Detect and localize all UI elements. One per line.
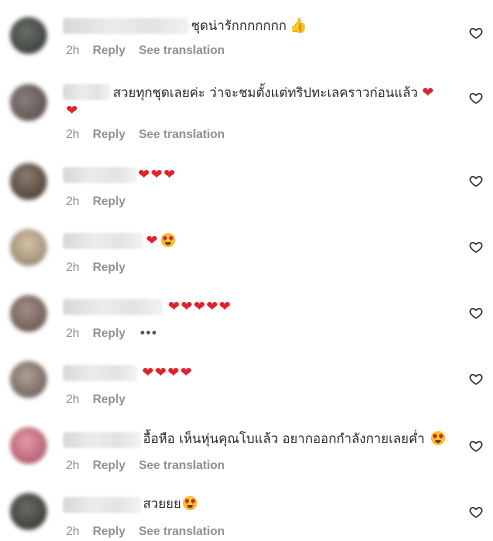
heart-outline-icon[interactable] [469, 372, 483, 386]
avatar[interactable] [10, 361, 47, 398]
username[interactable] [63, 432, 141, 448]
heart-emoji: ❤ [146, 233, 159, 249]
reply-button[interactable]: Reply [93, 43, 126, 57]
reply-button[interactable]: Reply [93, 260, 126, 274]
username[interactable] [63, 84, 111, 100]
comment-text: ❤ [146, 230, 175, 253]
username[interactable] [63, 167, 137, 183]
comment-meta: 2h Reply See translation [66, 458, 235, 472]
comment-text: ❤❤❤❤❤ [168, 296, 232, 319]
comment-text: สวยยย [143, 494, 198, 516]
star-struck-emoji-icon [183, 496, 198, 510]
heart-outline-icon[interactable] [469, 505, 483, 519]
heart-emoji: ❤❤❤❤❤ [168, 299, 232, 315]
avatar[interactable] [10, 229, 47, 266]
username[interactable] [63, 233, 143, 249]
comment-meta: 2h Reply [66, 392, 135, 406]
comment-meta: 2h Reply [66, 194, 135, 208]
avatar[interactable] [10, 17, 47, 54]
heart-outline-icon[interactable] [469, 240, 483, 254]
heart-emoji: ❤❤❤ [138, 167, 177, 183]
timestamp: 2h [66, 524, 80, 538]
avatar[interactable] [10, 493, 47, 530]
timestamp: 2h [66, 127, 80, 141]
heart-outline-icon[interactable] [469, 91, 483, 105]
comment-meta: 2h Reply See translation [66, 43, 235, 57]
comment-meta: 2h Reply See translation [66, 524, 235, 538]
comment-meta: 2h Reply [66, 260, 135, 274]
heart-emoji: ❤❤❤❤ [142, 365, 193, 381]
avatar[interactable] [10, 163, 47, 200]
heart-outline-icon[interactable] [469, 26, 483, 40]
comment-text: อื้อหือ เห็นหุ่นคุณโบแล้ว อยากออกกำลังกา… [143, 429, 445, 451]
heart-emoji: ❤ [422, 85, 435, 101]
comment-meta: 2h Reply See translation [66, 127, 235, 141]
reply-button[interactable]: Reply [93, 524, 126, 538]
timestamp: 2h [66, 43, 80, 57]
heart-outline-icon[interactable] [469, 439, 483, 453]
star-struck-emoji-icon [160, 233, 175, 247]
avatar[interactable] [10, 295, 47, 332]
reply-button[interactable]: Reply [93, 194, 126, 208]
comment-text: ❤❤❤❤ [142, 362, 193, 385]
username[interactable] [63, 365, 137, 381]
reply-button[interactable]: Reply [93, 392, 126, 406]
see-translation-button[interactable]: See translation [139, 127, 225, 141]
username[interactable] [63, 299, 163, 315]
see-translation-button[interactable]: See translation [139, 458, 225, 472]
reply-button[interactable]: Reply [93, 458, 126, 472]
comment-text: ชุดน่ารักกกกกกก 👍 [191, 15, 307, 38]
see-translation-button[interactable]: See translation [139, 524, 225, 538]
timestamp: 2h [66, 458, 80, 472]
comment-text: สวยทุกชุดเลยค่ะ ว่าจะชมตั้งแต่ทริปทะเลคร… [113, 85, 435, 101]
timestamp: 2h [66, 260, 80, 274]
heart-outline-icon[interactable] [469, 174, 483, 188]
timestamp: 2h [66, 392, 80, 406]
thumbs-up-icon: 👍 [289, 18, 307, 34]
username[interactable] [63, 18, 189, 34]
more-options-button[interactable]: ••• [140, 325, 158, 339]
see-translation-button[interactable]: See translation [139, 43, 225, 57]
timestamp: 2h [66, 194, 80, 208]
reply-button[interactable]: Reply [93, 326, 126, 340]
heart-emoji: ❤ [66, 102, 79, 118]
avatar[interactable] [10, 84, 47, 121]
avatar[interactable] [10, 427, 47, 464]
comment-text: ❤❤❤ [138, 164, 176, 187]
reply-button[interactable]: Reply [93, 127, 126, 141]
comment-text-continued: ❤ [66, 99, 79, 122]
timestamp: 2h [66, 326, 80, 340]
comment-meta: 2h Reply [66, 326, 135, 340]
comment-list: ชุดน่ารักกกกกกก 👍 2h Reply See translatio… [0, 0, 493, 541]
star-struck-emoji-icon [430, 431, 445, 445]
username[interactable] [63, 497, 141, 513]
heart-outline-icon[interactable] [469, 306, 483, 320]
